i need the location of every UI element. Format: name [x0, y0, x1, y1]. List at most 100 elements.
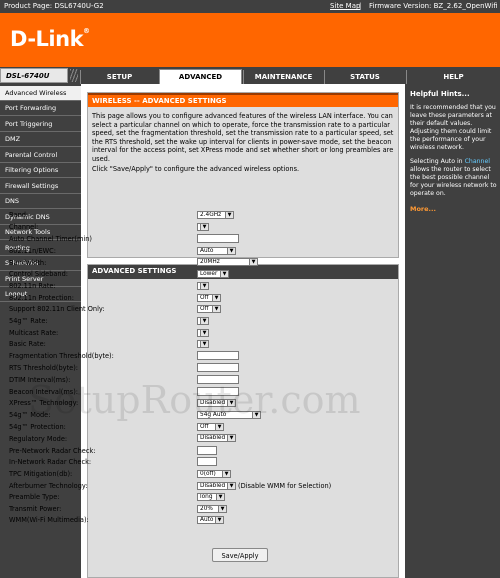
tab-maintenance[interactable]: MAINTENANCE	[243, 70, 323, 84]
chevron-down-icon: ▼	[216, 494, 224, 500]
bandwidth-select[interactable]: 20MHz ▼	[197, 258, 258, 266]
top-bar: Product Page: DSL6740U-G2 Site Map | Fir…	[0, 0, 500, 13]
chevron-down-icon: ▼	[215, 424, 223, 430]
support-n-only-label: Support 802.11n Client Only:	[9, 305, 105, 313]
more-hints-link[interactable]: More...	[410, 205, 436, 213]
sidebar-item-dmz[interactable]: DMZ	[0, 132, 81, 147]
sidebar-item-port-triggering[interactable]: Port Triggering	[0, 117, 81, 132]
preamble-type-label: Preamble Type:	[9, 493, 60, 501]
n-rate-select[interactable]: ▼	[197, 282, 209, 290]
wmm-label: WMM(Wi-Fi Multimedia):	[9, 516, 89, 524]
afterburner-note: (Disable WMM for Selection)	[238, 482, 332, 490]
chevron-down-icon: ▼	[222, 471, 230, 477]
xpress-label: XPress™ Technology:	[9, 399, 79, 407]
regulatory-mode-label: Regulatory Mode:	[9, 435, 68, 443]
dtim-interval-input[interactable]	[197, 375, 239, 384]
product-page-label: Product Page: DSL6740U-G2	[4, 2, 104, 10]
n-protection-select[interactable]: Off ▼	[197, 294, 221, 302]
chevron-down-icon: ▼	[218, 506, 226, 512]
chevron-down-icon: ▼	[200, 224, 208, 230]
channel-hint-link: Channel	[464, 158, 490, 165]
save-apply-button[interactable]: Save/Apply	[212, 548, 268, 562]
chevron-down-icon: ▼	[212, 295, 220, 301]
sidebar-item-port-forwarding[interactable]: Port Forwarding	[0, 101, 81, 116]
sidebar-item-filtering-options[interactable]: Filtering Options	[0, 163, 81, 178]
hints-paragraph-1: It is recommended that you leave these p…	[410, 104, 496, 151]
frag-threshold-label: Fragmentation Threshold(byte):	[9, 352, 114, 360]
bandwidth-label: Bandwidth:	[9, 259, 47, 267]
auto-channel-timer-input[interactable]	[197, 234, 239, 243]
rts-threshold-input[interactable]	[197, 363, 239, 372]
in-network-radar-label: In-Network Radar Check:	[9, 458, 92, 466]
channel-select[interactable]: ▼	[197, 223, 209, 231]
wmm-select[interactable]: Auto ▼	[197, 516, 224, 524]
sidebar-item-parental-control[interactable]: Parental Control	[0, 148, 81, 163]
g54-mode-select[interactable]: 54g Auto ▼	[197, 411, 261, 419]
header-banner: D-Link®	[0, 13, 500, 67]
basic-rate-label: Basic Rate:	[9, 340, 46, 348]
tpc-mitigation-label: TPC Mitigation(db):	[9, 470, 73, 478]
firmware-version-label: Firmware Version: BZ_2.62_OpenWifi	[369, 2, 498, 10]
decorative-stripes	[70, 69, 78, 82]
hints-title: Helpful Hints...	[410, 90, 470, 98]
g54-rate-select[interactable]: ▼	[197, 317, 209, 325]
intro-description: This page allows you to configure advanc…	[92, 112, 394, 163]
tab-help[interactable]: HELP	[406, 70, 500, 84]
helpful-hints-panel: Helpful Hints... It is recommended that …	[405, 84, 500, 578]
chevron-down-icon: ▼	[227, 248, 235, 254]
dlink-logo: D-Link®	[10, 27, 90, 51]
model-label: DSL-6740U	[0, 68, 68, 83]
g54-protection-label: 54g™ Protection:	[9, 423, 66, 431]
n-rate-label: 802.11n Rate:	[9, 282, 56, 290]
pre-network-radar-input[interactable]	[197, 446, 217, 455]
sidebar-item-dns[interactable]: DNS	[0, 194, 81, 209]
afterburner-label: Afterburner Technology:	[9, 482, 88, 490]
band-select[interactable]: 2.4GHz ▼	[197, 211, 234, 219]
in-network-radar-input[interactable]	[197, 457, 217, 466]
transmit-power-select[interactable]: 20% ▼	[197, 505, 227, 513]
auto-channel-timer-label: Auto Channel Timer(min)	[9, 235, 92, 243]
g54-rate-label: 54g™ Rate:	[9, 317, 48, 325]
band-label: Band:	[9, 211, 29, 219]
n-ewc-select[interactable]: Auto ▼	[197, 247, 236, 255]
frag-threshold-input[interactable]	[197, 351, 239, 360]
tab-status[interactable]: STATUS	[324, 70, 405, 84]
afterburner-select[interactable]: Disabled ▼	[197, 482, 236, 490]
rts-threshold-label: RTS Threshold(byte):	[9, 364, 79, 372]
chevron-down-icon: ▼	[227, 483, 235, 489]
regulatory-mode-select[interactable]: Disabled ▼	[197, 434, 236, 442]
tab-advanced[interactable]: ADVANCED	[159, 69, 242, 84]
n-protection-label: 802.11n Protection:	[9, 294, 74, 302]
channel-label: Channel:	[9, 223, 39, 231]
beacon-interval-input[interactable]	[197, 387, 239, 396]
chevron-down-icon: ▼	[212, 306, 220, 312]
dtim-interval-label: DTIM Interval(ms):	[9, 376, 71, 384]
chevron-down-icon: ▼	[227, 435, 235, 441]
g54-mode-label: 54g™ Mode:	[9, 411, 51, 419]
multicast-rate-select[interactable]: ▼	[197, 329, 209, 337]
sidebar-item-firewall-settings[interactable]: Firewall Settings	[0, 179, 81, 194]
chevron-down-icon: ▼	[200, 341, 208, 347]
chevron-down-icon: ▼	[225, 212, 233, 218]
nav-bar: DSL-6740U SETUP ADVANCED MAINTENANCE STA…	[0, 67, 500, 84]
preamble-type-select[interactable]: long ▼	[197, 493, 225, 501]
control-sideband-select[interactable]: Lower ▼	[197, 270, 229, 278]
hints-paragraph-2: Selecting Auto in Channel allows the rou…	[410, 158, 497, 197]
sidebar-item-advanced-wireless[interactable]: Advanced Wireless	[0, 86, 81, 101]
intro-save-instruction: Click "Save/Apply" to configure the adva…	[92, 165, 300, 173]
chevron-down-icon: ▼	[220, 271, 228, 277]
advanced-settings-section: ADVANCED SETTINGS	[87, 264, 399, 578]
tpc-mitigation-select[interactable]: 0(off) ▼	[197, 470, 231, 478]
chevron-down-icon: ▼	[200, 330, 208, 336]
support-n-only-select[interactable]: Off ▼	[197, 305, 221, 313]
chevron-down-icon: ▼	[227, 400, 235, 406]
site-map-link[interactable]: Site Map	[330, 2, 360, 10]
n-ewc-label: 802.11n/EWC:	[9, 247, 56, 255]
main-content: WIRELESS -- ADVANCED SETTINGS This page …	[81, 84, 405, 578]
tab-setup[interactable]: SETUP	[80, 70, 158, 84]
xpress-select[interactable]: Disabled ▼	[197, 399, 236, 407]
g54-protection-select[interactable]: Off ▼	[197, 423, 224, 431]
basic-rate-select[interactable]: ▼	[197, 340, 209, 348]
chevron-down-icon: ▼	[252, 412, 260, 418]
intro-section: WIRELESS -- ADVANCED SETTINGS This page …	[87, 92, 399, 258]
